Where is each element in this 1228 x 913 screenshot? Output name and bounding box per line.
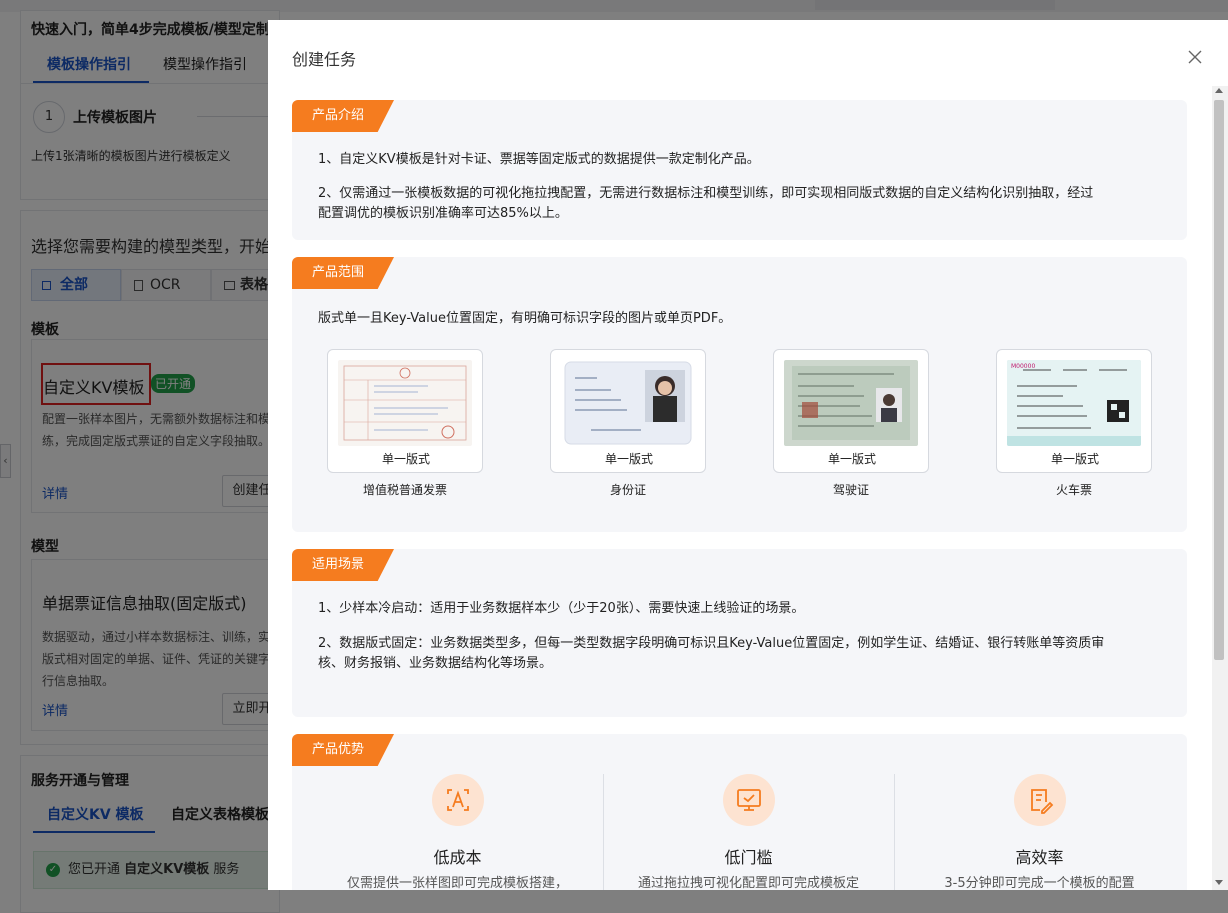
train-ticket-image: M00000 bbox=[1007, 360, 1141, 446]
doc-caption: 单一版式 bbox=[1050, 452, 1099, 466]
scenario-paragraph-2-line-1: 2、数据版式固定：业务数据类型多，但每一类型数据字段明确可标识且Key-Valu… bbox=[318, 636, 1105, 651]
doc-caption: 单一版式 bbox=[827, 452, 876, 466]
driver-license-image bbox=[784, 360, 918, 446]
svg-text:M00000: M00000 bbox=[1011, 363, 1035, 370]
doc-caption: 单一版式 bbox=[381, 452, 430, 466]
advantage-title: 低门槛 bbox=[724, 848, 773, 867]
advantage-tag: 产品优势 bbox=[292, 734, 394, 766]
doc-card-id-card[interactable]: 单一版式 bbox=[550, 349, 706, 473]
advantage-title: 低成本 bbox=[433, 848, 482, 867]
intro-paragraph-1: 1、自定义KV模板是针对卡证、票据等固定版式的数据提供一款定制化产品。 bbox=[318, 152, 760, 167]
scenario-tag: 适用场景 bbox=[292, 549, 394, 581]
monitor-icon bbox=[723, 774, 775, 826]
modal-scrollbar-thumb[interactable] bbox=[1214, 100, 1224, 660]
document-edit-icon bbox=[1014, 774, 1066, 826]
close-icon[interactable] bbox=[1186, 48, 1204, 66]
doc-card-driver-license[interactable]: 单一版式 bbox=[773, 349, 929, 473]
advantage-desc: 通过拖拉拽可视化配置即可完成模板定 bbox=[637, 876, 859, 890]
intro-tag: 产品介绍 bbox=[292, 100, 394, 132]
doc-caption: 单一版式 bbox=[604, 452, 653, 466]
advantage-section: 产品优势 低成本 仅需提供一张样图即可完成模板搭建， 低门槛 通过拖拉拽可视化配… bbox=[292, 734, 1187, 890]
advantage-desc: 仅需提供一张样图即可完成模板搭建， bbox=[346, 876, 568, 890]
doc-name-vat-invoice: 增值税普通发票 bbox=[362, 483, 447, 497]
doc-name-train-ticket: 火车票 bbox=[1055, 483, 1092, 497]
text-scan-icon bbox=[432, 774, 484, 826]
doc-name-id-card: 身份证 bbox=[609, 483, 646, 497]
advantage-low-threshold: 低门槛 通过拖拉拽可视化配置即可完成模板定 bbox=[603, 774, 894, 890]
scope-section: 产品范围 版式单一且Key-Value位置固定，有明确可标识字段的图片或单页PD… bbox=[292, 257, 1187, 532]
scroll-down-arrow-icon[interactable] bbox=[1215, 880, 1223, 885]
advantage-desc: 3-5分钟即可完成一个模板的配置 bbox=[944, 876, 1135, 890]
intro-section: 产品介绍 1、自定义KV模板是针对卡证、票据等固定版式的数据提供一款定制化产品。… bbox=[292, 100, 1187, 240]
intro-paragraph-2-line-2: 配置调优的模板识别准确率可达85%以上。 bbox=[318, 206, 568, 221]
scenario-paragraph-1: 1、少样本冷启动：适用于业务数据样本少（少于20张）、需要快速上线验证的场景。 bbox=[318, 601, 805, 616]
intro-paragraph-2-line-1: 2、仅需通过一张模板数据的可视化拖拉拽配置，无需进行数据标注和模型训练，即可实现… bbox=[318, 186, 1094, 201]
scenario-paragraph-2-line-2: 核、财务报销、业务数据结构化等场景。 bbox=[318, 656, 553, 671]
doc-name-driver-license: 驾驶证 bbox=[832, 483, 869, 497]
create-task-modal: 创建任务 产品介绍 1、自定义KV模板是针对卡证、票据等固定版式的数据提供一款定… bbox=[268, 20, 1228, 890]
id-card-image bbox=[561, 360, 695, 446]
scope-tag: 产品范围 bbox=[292, 257, 394, 289]
advantage-low-cost: 低成本 仅需提供一张样图即可完成模板搭建， bbox=[312, 774, 603, 890]
modal-title: 创建任务 bbox=[292, 50, 357, 69]
scenario-section: 适用场景 1、少样本冷启动：适用于业务数据样本少（少于20张）、需要快速上线验证… bbox=[292, 549, 1187, 717]
doc-card-vat-invoice[interactable]: 单一版式 bbox=[327, 349, 483, 473]
scope-description: 版式单一且Key-Value位置固定，有明确可标识字段的图片或单页PDF。 bbox=[318, 311, 732, 326]
vat-invoice-image bbox=[338, 360, 472, 446]
advantage-title: 高效率 bbox=[1015, 848, 1064, 867]
doc-card-train-ticket[interactable]: M00000 单一版式 bbox=[996, 349, 1152, 473]
scroll-up-arrow-icon[interactable] bbox=[1215, 88, 1223, 93]
advantage-high-efficiency: 高效率 3-5分钟即可完成一个模板的配置 bbox=[894, 774, 1185, 890]
